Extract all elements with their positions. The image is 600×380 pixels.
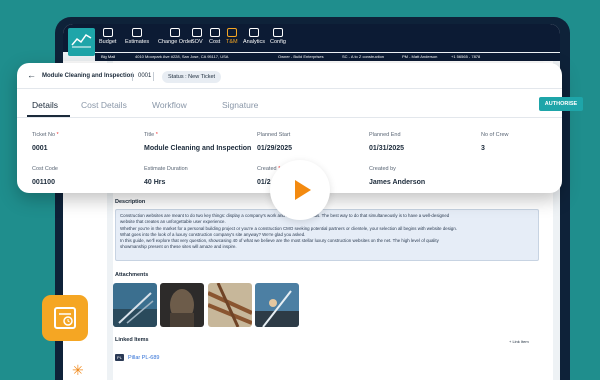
divider <box>153 72 154 81</box>
field-title: Module Cleaning and Inspection <box>144 145 252 152</box>
back-arrow-icon[interactable]: ← <box>27 70 36 80</box>
field-cost-code: 001100 <box>32 179 55 186</box>
attachment-photo-2[interactable] <box>160 283 204 327</box>
field-label-title: Title * <box>144 132 158 138</box>
field-planned-end: 01/31/2025 <box>369 145 405 152</box>
project-phone: +1 56565 - 7878 <box>451 54 481 59</box>
play-icon <box>295 180 311 200</box>
link-item-button[interactable]: + Link Item <box>509 339 529 344</box>
project-address: 4010 Moorpark Ave #228, San Jose, CA 951… <box>135 54 229 59</box>
field-estimate-duration: 40 Hrs <box>144 179 166 186</box>
tabs-divider <box>17 117 562 118</box>
card-header: ← Module Cleaning and Inspection 0001 St… <box>17 63 562 89</box>
linked-item[interactable]: PL Pillar PL-689 <box>115 354 160 361</box>
ticket-number: 0001 <box>138 73 152 79</box>
analytics-icon <box>249 28 259 37</box>
field-no-of-crew: 3 <box>481 145 485 152</box>
field-planned-start: 01/29/2025 <box>257 145 293 152</box>
description-heading: Description <box>115 199 146 205</box>
linked-items-heading: Linked Items <box>115 337 149 343</box>
project-name[interactable]: Big Mall <box>101 53 115 61</box>
tab-cost-details[interactable]: Cost Details <box>81 100 127 110</box>
attachment-photo-4[interactable] <box>255 283 299 327</box>
nav-cost[interactable]: Cost <box>209 28 220 45</box>
project-sc: SC - A to Z construction <box>342 54 385 59</box>
linked-item-tag: PL <box>115 354 124 361</box>
ticket-title: Module Cleaning and Inspection <box>42 73 135 79</box>
field-label-cost-code: Cost Code <box>32 166 58 172</box>
description-textarea[interactable]: Construction websites are meant to do tw… <box>115 209 539 261</box>
budget-icon <box>102 28 113 37</box>
authorise-button[interactable]: AUTHORISE <box>539 97 583 111</box>
nav-budget[interactable]: Budget <box>99 28 116 45</box>
field-ticket-no: 0001 <box>32 145 48 152</box>
description-line: showmanship present on these sites will … <box>120 244 237 250</box>
attachments-heading: Attachments <box>115 272 149 278</box>
app-logo-icon[interactable] <box>68 28 95 56</box>
field-created-by: James Anderson <box>369 179 426 186</box>
project-owner: Owner - Build Enterprises <box>278 54 324 59</box>
project-info-bar: Big Mall 4010 Moorpark Ave #228, San Jos… <box>95 53 560 61</box>
nav-estimates[interactable]: Estimates <box>125 28 149 45</box>
field-label-estimate-duration: Estimate Duration <box>144 166 188 172</box>
estimates-icon <box>132 28 143 37</box>
field-label-planned-end: Planned End <box>369 132 401 138</box>
calendar-clock-icon <box>54 307 76 329</box>
tm-icon <box>226 28 237 37</box>
timesheet-fab[interactable] <box>42 295 88 341</box>
change-order-icon <box>170 28 181 37</box>
field-label-planned-start: Planned Start <box>257 132 291 138</box>
status-badge: Status : New Ticket <box>162 71 222 83</box>
sidebar-tool-icon[interactable]: ✳ <box>72 362 84 379</box>
sov-icon <box>191 28 202 37</box>
field-label-ticket-no: Ticket No * <box>32 132 59 138</box>
tab-details[interactable]: Details <box>32 100 58 110</box>
config-icon <box>272 28 283 37</box>
nav-sov[interactable]: SOV <box>191 28 203 45</box>
divider <box>132 72 133 81</box>
tab-workflow[interactable]: Workflow <box>152 100 187 110</box>
linked-item-label: Pillar PL-689 <box>128 355 160 361</box>
nav-tm[interactable]: T&M <box>226 28 238 45</box>
attachment-photo-3[interactable] <box>208 283 252 327</box>
attachment-photo-1[interactable] <box>113 283 157 327</box>
top-nav: Budget Estimates Change Order SOV Cost T… <box>63 24 560 56</box>
cost-icon <box>209 28 220 37</box>
nav-config[interactable]: Config <box>270 28 286 45</box>
field-label-created-by: Created by <box>369 166 396 172</box>
nav-analytics[interactable]: Analytics <box>243 28 265 45</box>
tab-signature[interactable]: Signature <box>222 100 258 110</box>
project-pm: PM - Matt Anderson <box>402 54 438 59</box>
field-label-no-of-crew: No of Crew <box>481 132 509 138</box>
nav-change-order[interactable]: Change Order <box>158 28 193 45</box>
field-created: 01/2 <box>257 179 271 186</box>
